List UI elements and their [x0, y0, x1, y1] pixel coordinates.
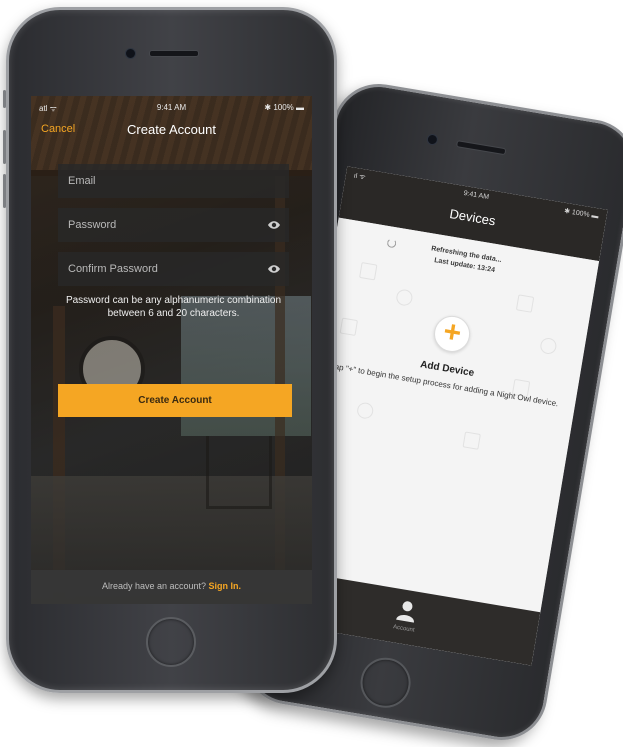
tab-account-label: Account [392, 624, 415, 634]
add-device-button[interactable]: + [431, 313, 473, 355]
background-pattern-icon [355, 401, 375, 420]
front-camera [426, 133, 439, 146]
email-field[interactable] [58, 164, 289, 198]
sign-in-prompt: Already have an account? [101, 581, 207, 591]
account-person-icon [396, 601, 414, 623]
volume-down-button [3, 174, 6, 208]
phone-create-account: atl ᯤ 9:41 AM ✱ 100% ▬ Cancel Create Acc… [3, 7, 337, 693]
mute-switch [3, 90, 6, 108]
create-account-screen: atl ᯤ 9:41 AM ✱ 100% ▬ Cancel Create Acc… [31, 96, 312, 604]
background-pattern-icon [395, 288, 414, 307]
password-field[interactable] [58, 208, 289, 242]
sign-in-footer: Already have an account? Sign In. [31, 570, 312, 604]
background-pattern-icon [462, 431, 481, 450]
background-photo-chair [206, 436, 272, 509]
background-pattern-icon [539, 336, 558, 356]
home-button[interactable] [146, 617, 196, 667]
volume-up-button [3, 130, 6, 164]
sign-in-link[interactable]: Sign In. [209, 581, 242, 591]
background-pattern-icon [359, 262, 378, 281]
create-account-button[interactable]: Create Account [58, 384, 292, 417]
home-button[interactable] [356, 653, 415, 712]
background-pattern-icon [515, 294, 535, 313]
earpiece-speaker [149, 50, 199, 57]
tab-account[interactable]: Account [370, 585, 442, 649]
earpiece-speaker [455, 140, 507, 156]
plus-icon: + [440, 314, 464, 351]
status-bar: atl ᯤ 9:41 AM ✱ 100% ▬ [39, 103, 304, 115]
eye-icon[interactable] [267, 262, 281, 276]
background-pattern-icon [339, 317, 359, 336]
battery-indicator: ✱ 100% ▬ [563, 207, 599, 221]
battery-indicator: ✱ 100% ▬ [264, 103, 304, 112]
password-hint: Password can be any alphanumeric combina… [65, 295, 282, 319]
eye-icon[interactable] [267, 218, 281, 232]
confirm-password-field[interactable] [58, 252, 289, 286]
front-camera [125, 48, 136, 59]
page-title: Create Account [127, 122, 216, 137]
